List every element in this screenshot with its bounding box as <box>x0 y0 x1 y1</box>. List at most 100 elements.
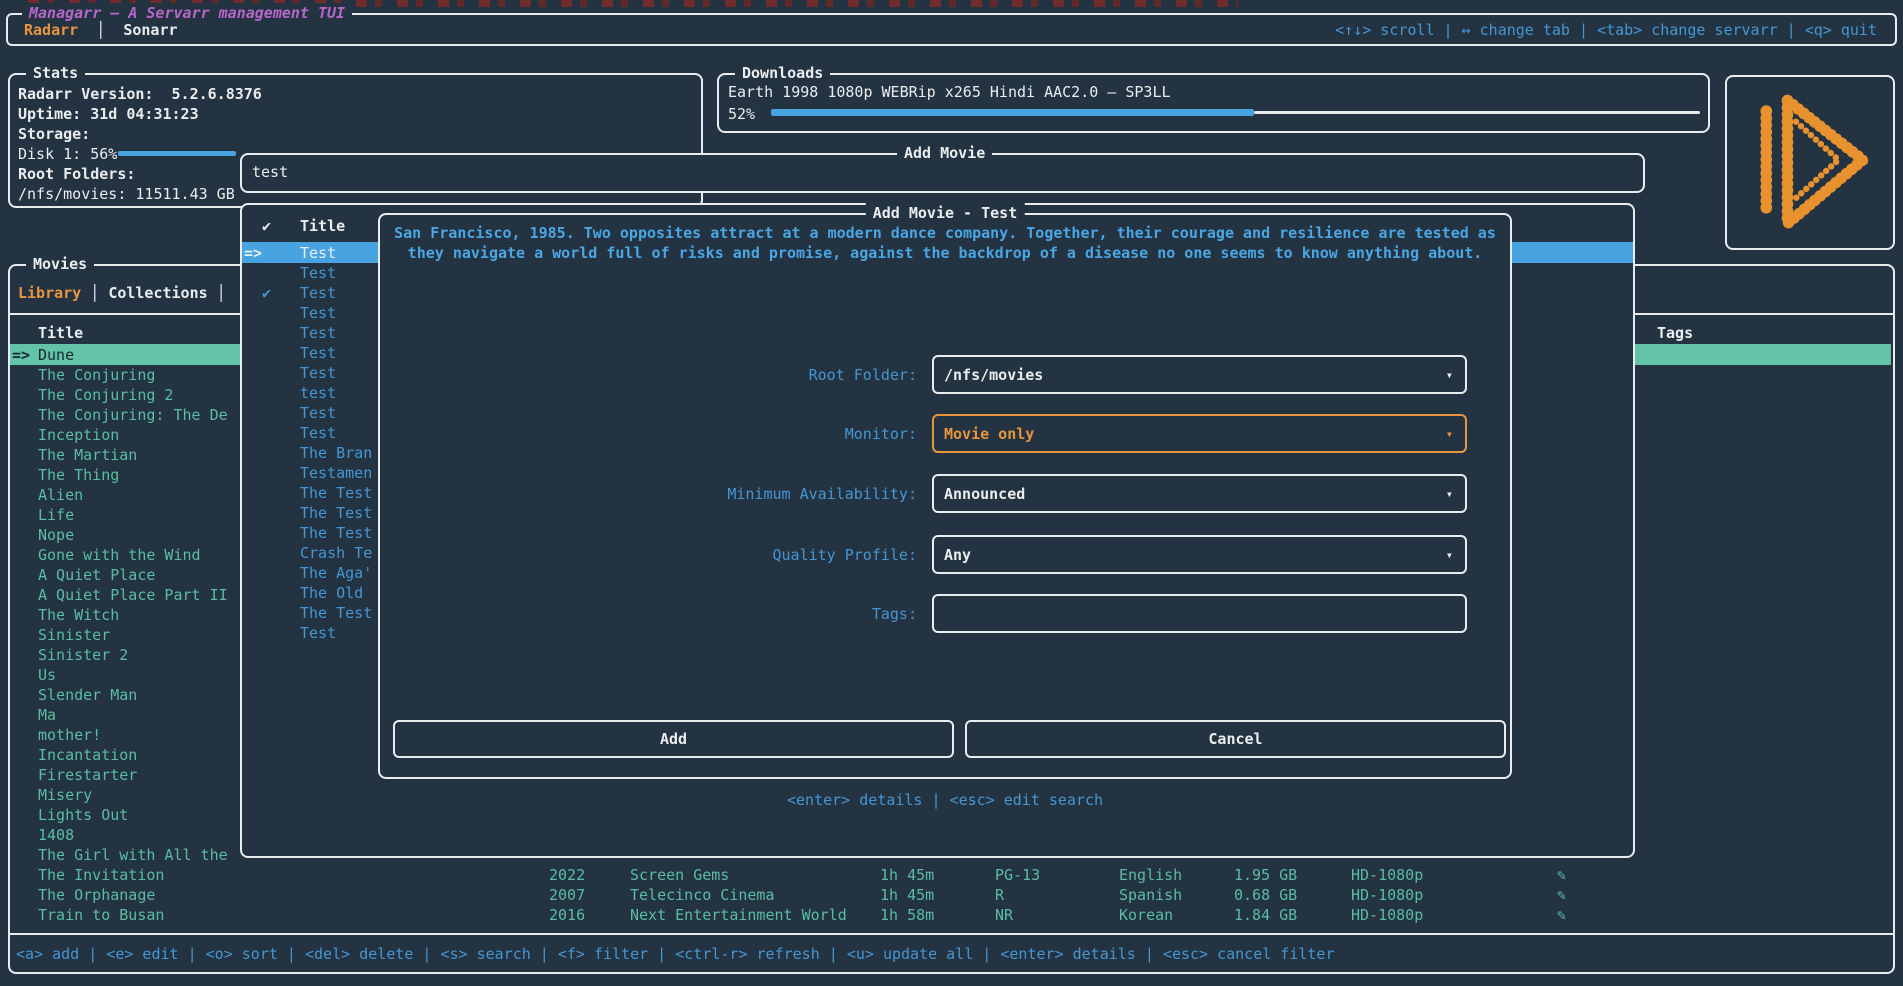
result-row[interactable]: The Old <box>300 583 363 603</box>
movie-language-cell: Spanish <box>1119 885 1182 905</box>
result-row[interactable]: Test <box>300 623 336 643</box>
movie-runtime-cell: 1h 45m <box>880 885 934 905</box>
chevron-down-icon[interactable]: ▾ <box>1446 365 1453 385</box>
result-row[interactable]: The Test <box>300 603 372 623</box>
result-row[interactable]: Test <box>300 243 336 263</box>
result-row[interactable]: Test <box>300 323 336 343</box>
result-row[interactable]: Test <box>300 263 336 283</box>
dropdown-root-folder[interactable]: /nfs/movies ▾ <box>932 355 1467 394</box>
download-progress-fill <box>771 109 1254 116</box>
search-input[interactable]: test <box>252 162 288 182</box>
movie-list-item[interactable]: The Conjuring <box>38 365 155 385</box>
movie-list-item[interactable]: 1408 <box>38 825 74 845</box>
movie-rating-cell: R <box>995 885 1004 905</box>
edit-pencil-icon[interactable]: ✎ <box>1557 885 1566 905</box>
movie-list-item[interactable]: Lights Out <box>38 805 128 825</box>
movie-row-selected-marker: => <box>12 345 30 365</box>
add-movie-search-title: Add Movie <box>897 143 992 163</box>
input-tags[interactable] <box>932 594 1467 633</box>
selected-row-tags-cell <box>1653 344 1891 365</box>
field-label-monitor: Monitor: <box>562 424 917 444</box>
result-row[interactable]: Test <box>300 343 336 363</box>
movie-list-item[interactable]: A Quiet Place <box>38 565 155 585</box>
movie-list-item[interactable]: The Conjuring: The De <box>38 405 228 425</box>
movie-list-item[interactable]: Us <box>38 665 56 685</box>
movie-list-item[interactable]: The Girl with All the <box>38 845 228 865</box>
tab-separator: │ <box>78 21 123 39</box>
result-row[interactable]: Test <box>300 283 336 303</box>
result-row[interactable]: Crash Te <box>300 543 372 563</box>
movie-rating-cell: PG-13 <box>995 865 1040 885</box>
movie-list-item[interactable]: Inception <box>38 425 119 445</box>
movie-list-item[interactable]: Gone with the Wind <box>38 545 201 565</box>
movie-list-item[interactable]: mother! <box>38 725 101 745</box>
movie-list-item[interactable]: Slender Man <box>38 685 137 705</box>
movie-list-item[interactable]: Nope <box>38 525 74 545</box>
result-row[interactable]: Test <box>300 303 336 323</box>
result-row[interactable]: The Test <box>300 503 372 523</box>
movie-list-item[interactable]: The Thing <box>38 465 119 485</box>
servarr-tab-radarr[interactable]: Radarr <box>24 21 78 39</box>
movies-panel-title: Movies <box>26 254 94 274</box>
library-tab-library[interactable]: Library <box>18 284 81 302</box>
result-row[interactable]: The Test <box>300 523 372 543</box>
stats-rootfolders-label: Root Folders: <box>18 164 135 184</box>
servarr-tab-sonarr[interactable]: Sonarr <box>123 21 177 39</box>
library-help-separator <box>10 933 1893 935</box>
field-label-minimum-availability: Minimum Availability: <box>562 484 917 504</box>
stats-storage-label: Storage: <box>18 124 90 144</box>
dropdown-monitor[interactable]: Movie only▾ <box>932 414 1467 453</box>
movie-runtime-cell: 1h 58m <box>880 905 934 925</box>
library-tab-collections[interactable]: Collections <box>108 284 207 302</box>
cancel-button[interactable]: Cancel <box>965 720 1506 758</box>
result-row[interactable]: The Aga' <box>300 563 372 583</box>
result-row[interactable]: test <box>300 383 336 403</box>
movie-quality-cell: HD-1080p <box>1351 885 1423 905</box>
field-value-root-folder: /nfs/movies <box>944 365 1043 385</box>
tab-separator: │ <box>81 284 108 302</box>
add-button[interactable]: Add <box>393 720 954 758</box>
movie-list-item[interactable]: Alien <box>38 485 83 505</box>
movie-list-item[interactable]: Misery <box>38 785 92 805</box>
movie-list-item[interactable]: The Conjuring 2 <box>38 385 173 405</box>
movie-year-cell: 2016 <box>549 905 585 925</box>
result-row[interactable]: Test <box>300 363 336 383</box>
result-row[interactable]: Testamen <box>300 463 372 483</box>
movie-studio-cell: Screen Gems <box>630 865 729 885</box>
managarr-app: Movies Library │ Collections │ TitleTags… <box>0 0 1903 986</box>
movie-list-item[interactable]: Sinister 2 <box>38 645 128 665</box>
movie-quality-cell: HD-1080p <box>1351 865 1423 885</box>
movie-list-item[interactable]: A Quiet Place Part II <box>38 585 228 605</box>
result-row[interactable]: Test <box>300 423 336 443</box>
movie-list-item[interactable]: Sinister <box>38 625 110 645</box>
movie-language-cell: Korean <box>1119 905 1173 925</box>
movie-rating-cell: NR <box>995 905 1013 925</box>
movie-list-item[interactable]: Incantation <box>38 745 137 765</box>
stats-rootfolder-value: /nfs/movies: 11511.43 GB <box>18 184 235 204</box>
dropdown-minimum-availability[interactable]: Announced▾ <box>932 474 1467 513</box>
result-monitored-check-icon: ✔ <box>262 283 271 303</box>
movie-list-item[interactable]: Dune <box>38 345 74 365</box>
modal-fields: Root Folder:/nfs/movies▾Monitor:Movie on… <box>380 215 1510 777</box>
chevron-down-icon[interactable]: ▾ <box>1446 424 1453 444</box>
disk-usage-gauge <box>118 151 236 156</box>
edit-pencil-icon[interactable]: ✎ <box>1557 905 1566 925</box>
movie-language-cell: English <box>1119 865 1182 885</box>
chevron-down-icon[interactable]: ▾ <box>1446 545 1453 565</box>
result-row[interactable]: The Bran <box>300 443 372 463</box>
field-label-tags: Tags: <box>562 604 917 624</box>
result-row-selected-marker: => <box>244 243 262 263</box>
movie-year-cell: 2022 <box>549 865 585 885</box>
result-row[interactable]: The Test <box>300 483 372 503</box>
movie-list-item[interactable]: Ma <box>38 705 56 725</box>
field-value-quality-profile: Any <box>944 545 971 565</box>
result-row[interactable]: Test <box>300 403 336 423</box>
movie-list-item[interactable]: The Witch <box>38 605 119 625</box>
movie-list-item[interactable]: The Martian <box>38 445 137 465</box>
movie-runtime-cell: 1h 45m <box>880 865 934 885</box>
movie-list-item[interactable]: Firestarter <box>38 765 137 785</box>
edit-pencil-icon[interactable]: ✎ <box>1557 865 1566 885</box>
dropdown-quality-profile[interactable]: Any ▾ <box>932 535 1467 574</box>
movie-list-item[interactable]: Life <box>38 505 74 525</box>
chevron-down-icon[interactable]: ▾ <box>1446 484 1453 504</box>
